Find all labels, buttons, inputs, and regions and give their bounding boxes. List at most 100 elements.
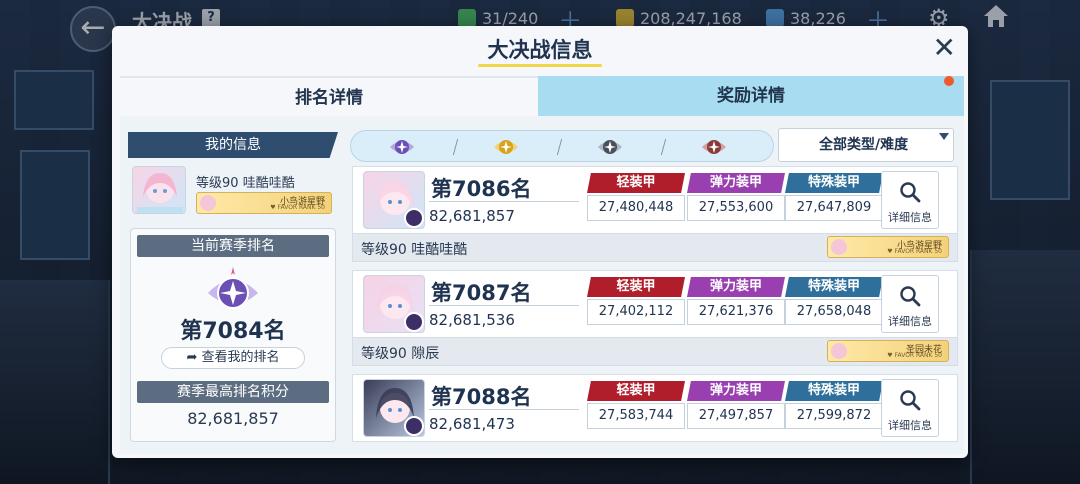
difficulty-filter-hardcore-icon[interactable] (597, 134, 623, 160)
player-avatar[interactable] (363, 171, 425, 229)
badge-favor-rank: ♥ FAVOR RANK 50 (887, 352, 942, 359)
player-level: 等级90 (361, 242, 407, 258)
tab-bar: 排名详情 奖励详情 (120, 76, 964, 116)
my-info-header: 我的信息 (128, 132, 338, 158)
ranking-card: 第7087名 82,681,536 轻装甲 27,402,112 弹力装甲 27… (352, 270, 958, 338)
armor-type-label: 轻装甲 (587, 277, 685, 297)
armor-type-label: 特殊装甲 (785, 173, 883, 193)
ranking-row: 第7086名 82,681,857 轻装甲 27,480,448 弹力装甲 27… (352, 166, 958, 266)
badge-portrait-icon (831, 239, 847, 255)
detail-info-button[interactable]: 详细信息 (881, 379, 939, 437)
ranking-row: 第7087名 82,681,536 轻装甲 27,402,112 弹力装甲 27… (352, 270, 958, 370)
armor-type-label: 轻装甲 (587, 381, 685, 401)
badge-portrait-icon (200, 195, 216, 211)
ranking-row: 第7088名 82,681,473 轻装甲 27,583,744 弹力装甲 27… (352, 374, 958, 452)
ranking-card: 第7086名 82,681,857 轻装甲 27,480,448 弹力装甲 27… (352, 166, 958, 234)
difficulty-emblem-icon (404, 208, 424, 228)
divider (429, 305, 579, 306)
search-icon (900, 390, 921, 411)
player-nickname: 哇酷哇酷 (411, 242, 468, 258)
dropdown-label: 全部类型/难度 (819, 137, 909, 153)
armor-score-value: 27,480,448 (587, 195, 685, 221)
armor-score-elastic: 弹力装甲 27,553,600 (687, 173, 785, 221)
my-level: 等级90 (196, 176, 239, 191)
rank-score: 82,681,857 (429, 207, 515, 225)
badge-favor-rank: ♥ FAVOR RANK 50 (887, 248, 942, 255)
armor-score-value: 27,497,857 (687, 403, 785, 429)
armor-score-elastic: 弹力装甲 27,621,376 (687, 277, 785, 325)
my-nickname: 哇酷哇酷 (242, 176, 295, 191)
detail-info-button[interactable]: 详细信息 (881, 275, 939, 333)
season-rank-value: 第7084名 (180, 319, 286, 344)
armor-type-label: 弹力装甲 (687, 173, 785, 193)
close-button[interactable]: ✕ (933, 34, 956, 62)
search-icon (900, 286, 921, 307)
tab-reward-details[interactable]: 奖励详情 (538, 76, 964, 116)
difficulty-emblem-icon (404, 312, 424, 332)
armor-score-value: 27,658,048 (785, 299, 883, 325)
armor-score-special: 特殊装甲 27,599,872 (785, 381, 883, 429)
rank-position: 第7087名 (431, 281, 532, 305)
view-my-rank-button[interactable]: ➦ 查看我的排名 (161, 347, 305, 369)
player-level-line: 等级90 隙辰 (361, 343, 439, 363)
armor-score-value: 27,647,809 (785, 195, 883, 221)
armor-score-light: 轻装甲 27,480,448 (587, 173, 685, 221)
armor-score-value: 27,621,376 (687, 299, 785, 325)
player-level-line: 等级90 哇酷哇酷 (361, 239, 467, 259)
player-avatar[interactable] (363, 379, 425, 437)
divider (429, 201, 579, 202)
armor-score-value: 27,583,744 (587, 403, 685, 429)
armor-score-value: 27,599,872 (785, 403, 883, 429)
armor-score-elastic: 弹力装甲 27,497,857 (687, 381, 785, 429)
armor-score-light: 轻装甲 27,402,112 (587, 277, 685, 325)
type-difficulty-dropdown[interactable]: 全部类型/难度 (778, 128, 954, 162)
rank-score: 82,681,473 (429, 415, 515, 433)
armor-score-value: 27,553,600 (687, 195, 785, 221)
armor-type-label: 特殊装甲 (785, 381, 883, 401)
ranking-list[interactable]: 第7086名 82,681,857 轻装甲 27,480,448 弹力装甲 27… (352, 166, 958, 452)
armor-type-label: 轻装甲 (587, 173, 685, 193)
difficulty-filter-extreme-icon[interactable] (493, 134, 519, 160)
search-icon (900, 182, 921, 203)
my-level-line: 等级90 哇酷哇酷 (196, 172, 295, 191)
difficulty-filter-bar (350, 130, 774, 162)
ranking-player-info: 等级90 哇酷哇酷 小鸟游星野 ♥ FAVOR RANK 50 (352, 234, 958, 262)
detail-info-label: 详细信息 (888, 211, 932, 224)
armor-score-special: 特殊装甲 27,658,048 (785, 277, 883, 325)
armor-type-label: 弹力装甲 (687, 277, 785, 297)
rank-score: 82,681,536 (429, 311, 515, 329)
difficulty-filter-hard-icon[interactable] (701, 134, 727, 160)
detail-info-button[interactable]: 详细信息 (881, 171, 939, 229)
player-avatar[interactable] (363, 275, 425, 333)
badge-portrait-icon (831, 343, 847, 359)
season-rank-panel: 当前赛季排名 第7084名 ➦ 查看我的排名 赛季最高排名积分 82,681,8… (130, 228, 336, 442)
share-arrow-icon: ➦ (186, 350, 202, 365)
rank-position: 第7086名 (431, 177, 532, 201)
view-my-rank-label: 查看我的排名 (201, 350, 280, 365)
armor-type-label: 弹力装甲 (687, 381, 785, 401)
divider (429, 409, 579, 410)
difficulty-emblem-icon (404, 416, 424, 436)
my-favor-badge: 小鸟游星野 ♥ FAVOR RANK 50 (196, 192, 332, 214)
raid-info-modal: 大决战信息 ✕ 排名详情 奖励详情 我的信息 等级90 哇酷哇酷 小鸟游星野 ♥… (112, 26, 968, 458)
filter-separator (452, 139, 459, 155)
best-score-value: 82,681,857 (187, 409, 279, 428)
armor-type-label: 特殊装甲 (785, 277, 883, 297)
difficulty-filter-insane-icon[interactable] (389, 134, 415, 160)
dropdown-corner-icon (939, 133, 949, 140)
armor-score-special: 特殊装甲 27,647,809 (785, 173, 883, 221)
best-score-label: 赛季最高排名积分 (137, 381, 329, 403)
badge-favor-rank: ♥ FAVOR RANK 50 (270, 204, 325, 211)
rank-position: 第7088名 (431, 385, 532, 409)
armor-score-light: 轻装甲 27,583,744 (587, 381, 685, 429)
my-avatar[interactable] (132, 166, 186, 214)
tab-ranking-details[interactable]: 排名详情 (120, 76, 538, 116)
ranking-card: 第7088名 82,681,473 轻装甲 27,583,744 弹力装甲 27… (352, 374, 958, 442)
filter-separator (556, 139, 563, 155)
ranking-player-info: 等级90 隙辰 圣园未花 ♥ FAVOR RANK 50 (352, 338, 958, 366)
student-portrait-icon (137, 173, 183, 213)
player-favor-badge: 小鸟游星野 ♥ FAVOR RANK 50 (827, 236, 949, 258)
season-rank-label: 当前赛季排名 (137, 235, 329, 257)
notification-dot (944, 76, 954, 86)
title-underline (478, 64, 602, 67)
